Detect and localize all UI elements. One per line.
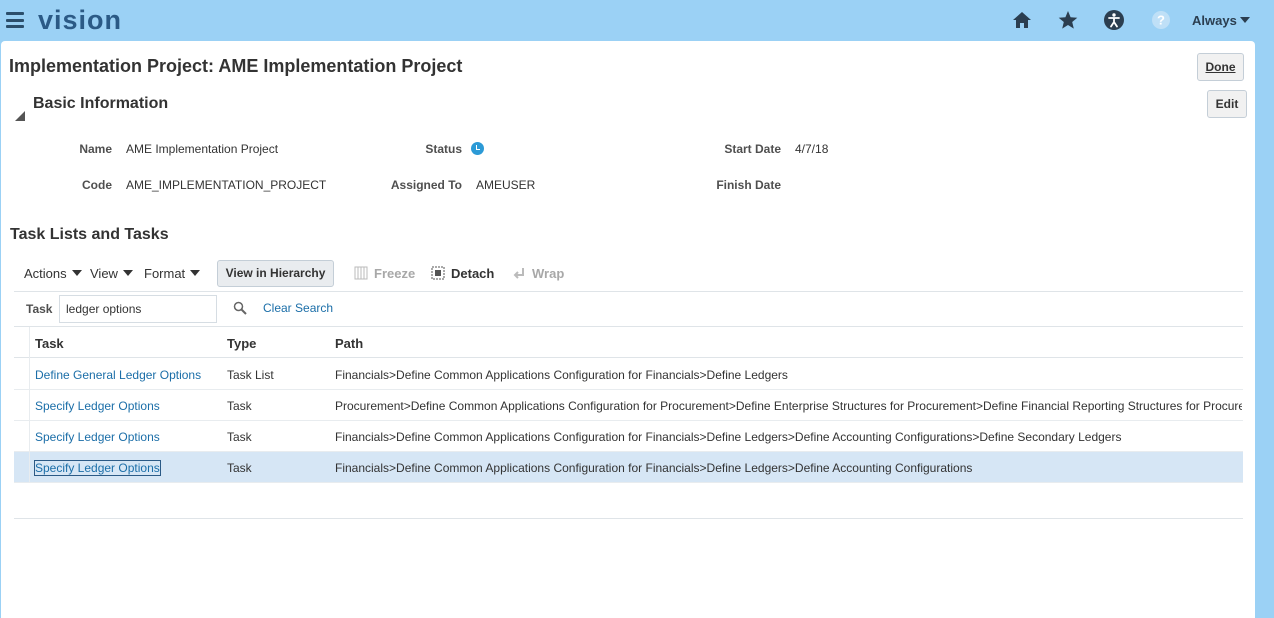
assigned-to-value: AMEUSER [476,178,536,192]
code-value: AME_IMPLEMENTATION_PROJECT [126,178,327,192]
page-title: Implementation Project: AME Implementati… [9,56,463,76]
freeze-icon [354,266,368,280]
accessibility-icon[interactable] [1103,9,1125,31]
task-type: Task [227,399,252,413]
task-search-input[interactable] [59,295,217,323]
freeze-label: Freeze [374,266,416,281]
wrap-button[interactable]: Wrap [512,266,564,281]
chevron-down-icon [122,270,133,276]
freeze-button[interactable]: Freeze [354,266,415,281]
view-label: View [90,266,118,281]
row-marker [14,421,30,451]
row-marker [14,359,30,389]
chevron-down-icon [1239,17,1250,23]
divider [14,291,1243,292]
finish-date-label: Finish Date [716,178,781,192]
task-link[interactable]: Specify Ledger Options [35,430,160,444]
row-marker [14,390,30,420]
always-label: Always [1192,13,1237,28]
task-path: Procurement>Define Common Applications C… [335,399,1242,413]
basic-info-title: Basic Information [33,95,169,112]
status-label: Status [425,142,462,156]
task-link[interactable]: Define General Ledger Options [35,368,201,382]
detach-button[interactable]: Detach [431,266,494,281]
svg-text:?: ? [1157,13,1165,28]
task-link[interactable]: Specify Ledger Options [35,399,160,413]
home-icon[interactable] [1011,9,1033,31]
chevron-down-icon [71,270,82,276]
menu-icon[interactable] [6,12,24,28]
star-icon[interactable] [1057,9,1079,31]
task-path: Financials>Define Common Applications Co… [335,368,788,382]
column-header-task[interactable]: Task [35,336,64,351]
task-type: Task [227,461,252,475]
main-panel: Implementation Project: AME Implementati… [1,41,1255,618]
code-label: Code [82,178,112,192]
table-row-selected[interactable]: Specify Ledger Options Task Financials>D… [14,452,1243,483]
divider [14,518,1243,519]
name-label: Name [79,142,112,156]
task-type: Task [227,430,252,444]
view-in-hierarchy-button[interactable]: View in Hierarchy [217,260,334,287]
task-path: Financials>Define Common Applications Co… [335,430,1122,444]
format-menu[interactable]: Format [144,266,201,281]
wrap-icon [513,268,524,279]
detach-label: Detach [451,266,495,281]
view-menu[interactable]: View [90,266,133,281]
task-path: Financials>Define Common Applications Co… [335,461,973,475]
task-link[interactable]: Specify Ledger Options [34,460,161,476]
table-row[interactable]: Define General Ledger Options Task List … [14,359,1243,390]
task-search-label: Task [26,302,53,316]
start-date-label: Start Date [724,142,781,156]
name-value: AME Implementation Project [126,142,279,156]
table-header: Task Type Path [14,326,1243,359]
format-label: Format [144,266,186,281]
top-bar: vision ? Always [0,0,1274,41]
actions-label: Actions [24,266,67,281]
clock-icon [471,142,484,155]
help-icon[interactable]: ? [1150,9,1172,31]
actions-menu[interactable]: Actions [24,266,82,281]
search-icon[interactable] [233,301,247,315]
task-lists-title: Task Lists and Tasks [10,226,169,243]
start-date-value: 4/7/18 [795,142,829,156]
always-menu[interactable]: Always [1192,13,1250,28]
brand-logo[interactable]: vision [38,5,122,36]
table-row[interactable]: Specify Ledger Options Task Financials>D… [14,421,1243,452]
row-header-cell [14,327,30,359]
column-header-path[interactable]: Path [335,336,363,351]
clear-search-link[interactable]: Clear Search [263,301,333,315]
assigned-to-label: Assigned To [390,178,462,192]
collapse-icon[interactable] [15,98,25,121]
task-type: Task List [227,368,274,382]
chevron-down-icon [190,270,201,276]
wrap-label: Wrap [532,266,565,281]
column-header-type[interactable]: Type [227,336,256,351]
done-button[interactable]: Done [1197,53,1244,81]
edit-button[interactable]: Edit [1207,90,1247,118]
row-marker [14,452,30,482]
detach-icon [431,266,445,280]
table-row[interactable]: Specify Ledger Options Task Procurement>… [14,390,1243,421]
